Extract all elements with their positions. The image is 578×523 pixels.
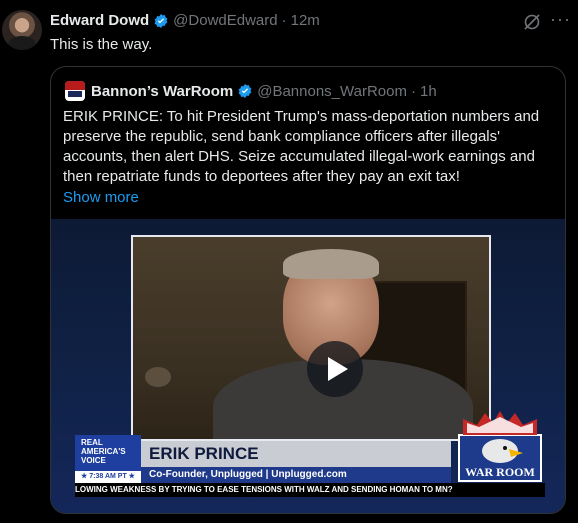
- separator-dot: ·: [281, 12, 287, 29]
- quote-text-line: ERIK PRINCE: To hit President Trump's ma…: [63, 108, 540, 125]
- author-name[interactable]: Edward Dowd: [50, 12, 149, 29]
- verified-badge-icon: [154, 13, 168, 28]
- author-avatar[interactable]: [2, 10, 42, 50]
- tweet-timestamp[interactable]: 12m: [291, 12, 320, 29]
- network-line: REAL: [81, 438, 103, 447]
- show-more-link[interactable]: Show more: [63, 189, 139, 206]
- quote-author-avatar[interactable]: [65, 81, 85, 101]
- show-logo-text: WAR ROOM: [465, 465, 535, 479]
- video-player[interactable]: REAL AMERICA'S VOICE ★ 7:38 AM PT ★ ERIK…: [51, 219, 565, 513]
- guest-subtitle: Co-Founder, Unplugged | Unplugged.com: [141, 467, 451, 483]
- news-ticker: LOWING WEAKNESS BY TRYING TO EASE TENSIO…: [75, 483, 545, 497]
- tweet-text: This is the way.: [50, 36, 153, 53]
- network-logo: REAL AMERICA'S VOICE: [75, 435, 141, 471]
- network-line: AMERICA'S: [81, 447, 126, 456]
- grok-icon[interactable]: [522, 12, 542, 32]
- quoted-tweet-card[interactable]: Bannon’s WarRoom @Bannons_WarRoom · 1h E…: [50, 66, 566, 514]
- broadcast-time: ★ 7:38 AM PT ★: [75, 471, 141, 483]
- separator-dot: ·: [410, 82, 416, 100]
- background-lamp: [145, 367, 171, 387]
- guest-name: ERIK PRINCE: [141, 441, 451, 467]
- quote-author-name[interactable]: Bannon’s WarRoom: [91, 83, 233, 100]
- quote-author-handle[interactable]: @Bannons_WarRoom: [257, 83, 407, 100]
- quote-header: Bannon’s WarRoom @Bannons_WarRoom · 1h: [65, 81, 437, 101]
- quote-text: ERIK PRINCE: To hit President Trump's ma…: [63, 107, 557, 187]
- quote-text-line: preserve the republic, send bank complia…: [63, 128, 500, 145]
- quote-text-line: accounts, then alert DHS. Seize accumula…: [63, 148, 535, 165]
- network-line: VOICE: [81, 456, 106, 465]
- guest-hair: [283, 249, 379, 279]
- author-handle[interactable]: @DowdEdward: [173, 12, 277, 29]
- play-icon[interactable]: [307, 341, 363, 397]
- tweet-header: Edward Dowd @DowdEdward · 12m: [50, 12, 320, 29]
- more-icon[interactable]: ···: [550, 10, 570, 32]
- video-frame: [131, 235, 491, 441]
- quote-timestamp[interactable]: 1h: [420, 83, 437, 100]
- verified-badge-icon: [238, 84, 252, 98]
- quote-text-line: then repatriate funds to deportees after…: [63, 168, 460, 185]
